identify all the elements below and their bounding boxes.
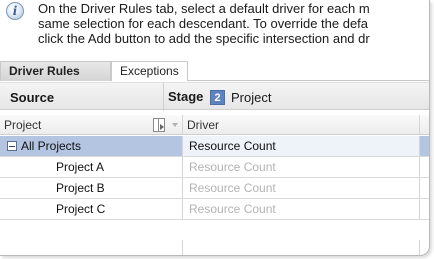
- info-line: same selection for each descendant. To o…: [38, 16, 369, 31]
- header-divider: [163, 83, 164, 111]
- empty-grid-area: [0, 240, 429, 255]
- column-header-filler: [420, 115, 429, 135]
- table-row[interactable]: Project B Resource Count: [0, 178, 429, 199]
- tab-driver-rules[interactable]: Driver Rules: [0, 61, 111, 81]
- info-line: On the Driver Rules tab, select a defaul…: [38, 1, 370, 16]
- table-row[interactable]: Project A Resource Count: [0, 157, 429, 178]
- project-name: Project B: [56, 181, 105, 195]
- driver-cell[interactable]: Resource Count: [183, 136, 420, 156]
- column-header-project[interactable]: Project: [0, 115, 183, 135]
- empty-cell: [0, 240, 183, 255]
- project-cell[interactable]: Project A: [0, 157, 183, 177]
- dialog-panel: i On the Driver Rules tab, select a defa…: [0, 0, 430, 256]
- info-message: i On the Driver Rules tab, select a defa…: [0, 0, 429, 56]
- info-text: On the Driver Rules tab, select a defaul…: [38, 1, 429, 46]
- column-header-label: Driver: [187, 118, 219, 132]
- info-icon: i: [6, 2, 24, 20]
- table-row[interactable]: All Projects Resource Count: [0, 136, 429, 157]
- sort-arrow-icon[interactable]: [172, 123, 178, 127]
- project-name: Project A: [56, 160, 105, 174]
- source-stage-header: Source Stage 2 Project: [0, 82, 429, 111]
- project-name: All Projects: [21, 139, 82, 153]
- freeze-column-icon[interactable]: [153, 118, 165, 132]
- source-label: Source: [10, 90, 55, 105]
- stage-value: Project: [231, 90, 272, 105]
- collapse-icon[interactable]: [7, 141, 17, 151]
- tab-bar: Driver Rules Exceptions: [0, 61, 429, 81]
- column-header-label: Project: [4, 118, 42, 132]
- column-header-driver[interactable]: Driver: [183, 115, 420, 135]
- stage-number-badge: 2: [210, 90, 225, 105]
- project-cell[interactable]: All Projects: [0, 136, 183, 156]
- project-name: Project C: [56, 202, 106, 216]
- stage-label: Stage: [168, 89, 204, 104]
- driver-cell[interactable]: Resource Count: [183, 199, 420, 219]
- driver-cell[interactable]: Resource Count: [183, 157, 420, 177]
- table-row[interactable]: Project C Resource Count: [0, 199, 429, 220]
- info-line: click the Add button to add the specific…: [38, 31, 370, 46]
- driver-cell[interactable]: Resource Count: [183, 178, 420, 198]
- driver-rules-grid: Project Driver All Projects Resource Cou…: [0, 115, 429, 255]
- project-cell[interactable]: Project B: [0, 178, 183, 198]
- tab-exceptions[interactable]: Exceptions: [111, 61, 188, 81]
- empty-cell: [183, 240, 420, 255]
- project-cell[interactable]: Project C: [0, 199, 183, 219]
